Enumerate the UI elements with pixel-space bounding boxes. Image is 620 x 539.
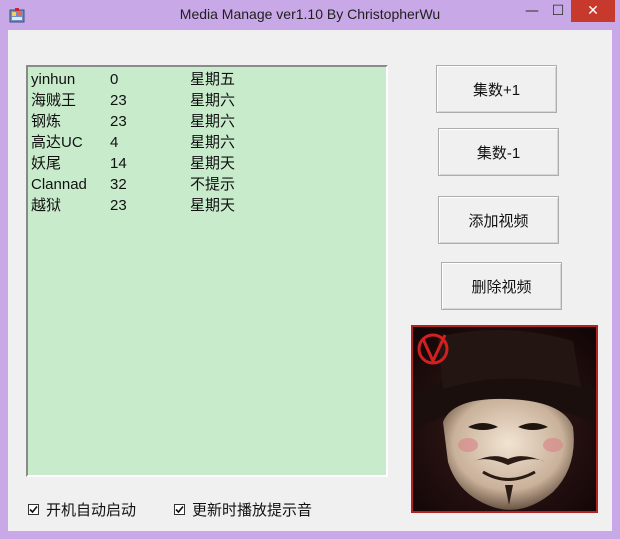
check-icon <box>175 505 184 513</box>
media-day: 星期天 <box>190 155 236 172</box>
list-item[interactable]: Clannad 32 不提示 <box>31 174 381 195</box>
delete-video-button[interactable]: 删除视频 <box>441 262 562 310</box>
autostart-label: 开机自动启动 <box>46 501 137 519</box>
episode-plus-button[interactable]: 集数+1 <box>436 65 557 113</box>
list-item[interactable]: 海贼王 23 星期六 <box>31 90 381 111</box>
media-episodes: 23 <box>110 113 127 130</box>
autostart-checkbox[interactable]: 开机自动启动 <box>28 500 137 519</box>
media-episodes: 14 <box>110 155 127 172</box>
media-name: yinhun <box>31 71 76 88</box>
media-day: 不提示 <box>190 176 236 193</box>
media-name: 海贼王 <box>31 92 77 109</box>
play-sound-label: 更新时播放提示音 <box>192 501 313 519</box>
list-item[interactable]: 越狱 23 星期天 <box>31 195 381 216</box>
media-episodes: 0 <box>110 71 119 88</box>
media-day: 星期六 <box>190 113 236 130</box>
media-list[interactable]: yinhun 0 星期五 海贼王 23 星期六 钢炼 23 星期六 高达UC 4… <box>26 65 388 477</box>
autostart-check-box[interactable] <box>28 503 39 515</box>
play-sound-checkbox[interactable]: 更新时播放提示音 <box>174 500 313 519</box>
media-episodes: 23 <box>110 92 127 109</box>
list-item[interactable]: 钢炼 23 星期六 <box>31 111 381 132</box>
check-icon <box>29 505 38 513</box>
title-bar[interactable]: Media Manage ver1.10 By ChristopherWu — … <box>0 0 620 30</box>
episode-minus-button[interactable]: 集数-1 <box>438 128 559 176</box>
list-item[interactable]: 妖尾 14 星期天 <box>31 153 381 174</box>
media-name: 妖尾 <box>31 155 62 172</box>
media-episodes: 23 <box>110 197 127 214</box>
media-name: 钢炼 <box>31 113 62 130</box>
media-day: 星期五 <box>190 71 236 88</box>
minimize-button[interactable]: — <box>519 0 545 22</box>
media-day: 星期天 <box>190 197 236 214</box>
media-episodes: 4 <box>110 134 119 151</box>
media-day: 星期六 <box>190 134 236 151</box>
media-episodes: 32 <box>110 176 127 193</box>
maximize-button[interactable]: ☐ <box>545 0 571 22</box>
close-button[interactable]: ✕ <box>571 0 615 22</box>
client-area: yinhun 0 星期五 海贼王 23 星期六 钢炼 23 星期六 高达UC 4… <box>8 30 612 531</box>
media-name: 越狱 <box>31 197 62 214</box>
add-video-button[interactable]: 添加视频 <box>438 196 559 244</box>
media-day: 星期六 <box>190 92 236 109</box>
media-name: 高达UC <box>31 134 83 151</box>
list-item[interactable]: yinhun 0 星期五 <box>31 69 381 90</box>
guy-fawkes-mask-image <box>411 325 598 513</box>
play-sound-check-box[interactable] <box>174 503 185 515</box>
media-name: Clannad <box>31 176 87 193</box>
main-window: Media Manage ver1.10 By ChristopherWu — … <box>0 0 620 539</box>
mask-illustration <box>413 327 596 511</box>
list-item[interactable]: 高达UC 4 星期六 <box>31 132 381 153</box>
